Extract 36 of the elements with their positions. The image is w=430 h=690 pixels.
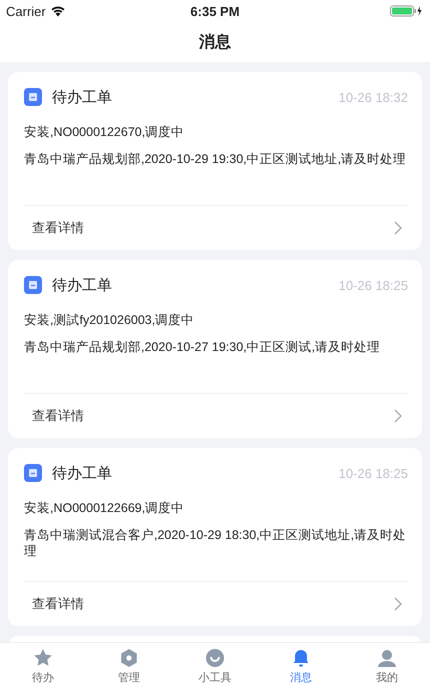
page-title: 消息 xyxy=(199,32,231,52)
tab-item[interactable]: 管理 xyxy=(86,643,172,690)
document-icon xyxy=(24,88,42,106)
chevron-right-icon xyxy=(394,221,402,235)
message-time: 10-26 18:32 xyxy=(338,90,408,104)
carrier-label: Carrier xyxy=(6,4,46,18)
view-details-link[interactable]: 查看详情 xyxy=(24,393,408,438)
tab-item[interactable]: 待办 xyxy=(0,643,86,690)
battery-icon xyxy=(390,5,424,17)
smile-icon xyxy=(205,648,225,668)
message-summary: 安装,NO0000122670,调度中 xyxy=(24,124,186,141)
message-title: 待办工单 xyxy=(52,88,113,106)
message-detail: 青岛中瑞产品规划部,2020-10-27 19:30,中正区测试,请及时处理 xyxy=(24,339,382,356)
bell-icon xyxy=(291,648,311,668)
document-icon xyxy=(24,464,42,482)
tab-item[interactable]: 小工具 xyxy=(172,643,258,690)
status-time: 6:35 PM xyxy=(190,4,240,18)
wifi-icon xyxy=(50,6,65,16)
message-summary: 安装,测試fy201026003,调度中 xyxy=(24,312,196,329)
message-time: 10-26 18:25 xyxy=(338,278,408,292)
chevron-right-icon xyxy=(394,597,402,611)
chevron-right-icon xyxy=(394,409,402,423)
message-title: 待办工单 xyxy=(52,276,113,294)
star-icon xyxy=(33,648,53,668)
message-time: 10-26 18:25 xyxy=(338,466,408,480)
message-detail: 青岛中瑞产品规划部,2020-10-29 19:30,中正区测试地址,请及时处理 xyxy=(24,151,408,168)
document-icon xyxy=(24,276,42,294)
tab-item[interactable]: 我的 xyxy=(344,643,430,690)
view-details-link[interactable]: 查看详情 xyxy=(24,581,408,626)
gear-icon xyxy=(119,648,139,668)
view-details-link[interactable]: 查看详情 xyxy=(24,205,408,250)
person-icon xyxy=(377,648,397,668)
tab-item[interactable]: 消息 xyxy=(258,643,344,690)
message-detail: 青岛中瑞测试混合客户,2020-10-29 18:30,中正区测试地址,请及时处理 xyxy=(24,527,408,560)
message-title: 待办工单 xyxy=(52,464,113,482)
message-summary: 安装,NO0000122669,调度中 xyxy=(24,500,186,517)
